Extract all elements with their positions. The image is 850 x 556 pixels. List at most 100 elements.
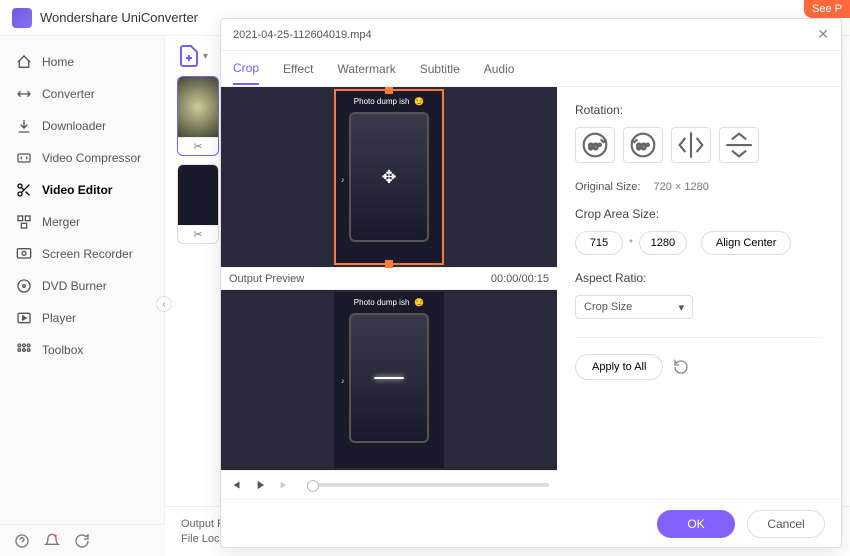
scrubber[interactable] [307,483,549,487]
aspect-ratio-select[interactable]: Crop Size ▾ [575,295,693,319]
ok-button[interactable]: OK [657,510,735,538]
cancel-button[interactable]: Cancel [747,510,825,538]
thumbnail-card[interactable]: ✂ [177,76,219,156]
sidebar: Home Converter Downloader Video Compress… [0,36,165,556]
rotate-cw-button[interactable]: 90° [575,127,615,163]
output-preview: Photo dump ish 😏 ♪ [221,290,557,470]
crop-modal: 2021-04-25-112604019.mp4 ✕ Crop Effect W… [220,18,842,548]
add-dropdown-caret[interactable]: ▾ [203,51,208,62]
sidebar-item-label: Home [42,55,74,69]
modal-tabs: Crop Effect Watermark Subtitle Audio [221,51,841,87]
align-center-button[interactable]: Align Center [701,231,792,255]
original-size-row: Original Size: 720 × 1280 [575,181,823,193]
dvd-icon [16,278,32,294]
output-preview-label: Output Preview [229,273,304,285]
source-preview[interactable]: Photo dump ish 😏 ♪ ✥ [221,87,557,267]
sidebar-item-label: Merger [42,215,80,229]
converter-icon [16,86,32,102]
rotation-label: Rotation: [575,103,823,117]
tiktok-badge: ♪ [341,177,345,184]
next-frame-button[interactable] [277,478,291,492]
sidebar-item-label: DVD Burner [42,279,107,293]
tab-watermark[interactable]: Watermark [337,54,395,84]
apply-row: Apply to All [575,354,823,380]
thumbnail-card[interactable]: ✂ [177,164,219,244]
thumbnail-cut-icon[interactable]: ✂ [178,225,218,243]
thumbnail-image [178,165,218,225]
sidebar-item-label: Video Editor [42,183,112,197]
tab-subtitle[interactable]: Subtitle [420,54,460,84]
crop-area-label: Crop Area Size: [575,207,823,221]
see-plans-button[interactable]: See P [804,0,850,18]
app-logo [12,8,32,28]
home-icon [16,54,32,70]
scissors-icon [16,182,32,198]
crop-width-input[interactable] [575,231,623,255]
device-mock: ♪ [349,313,429,443]
modal-body: Photo dump ish 😏 ♪ ✥ Output Preview 00:0… [221,87,841,499]
crop-frame[interactable]: Photo dump ish 😏 ♪ ✥ [334,89,444,265]
sidebar-item-dvd-burner[interactable]: DVD Burner [0,270,164,302]
chevron-down-icon: ▾ [678,301,684,314]
download-icon [16,118,32,134]
aspect-ratio-label: Aspect Ratio: [575,271,823,285]
sidebar-item-converter[interactable]: Converter [0,78,164,110]
reset-icon[interactable] [673,359,689,375]
output-frame: Photo dump ish 😏 ♪ [334,292,444,468]
app-title: Wondershare UniConverter [40,10,198,25]
prev-frame-button[interactable] [229,478,243,492]
device-mock: ♪ ✥ [349,112,429,242]
flip-vertical-button[interactable] [719,127,759,163]
original-size-label: Original Size: [575,181,640,193]
apply-to-all-button[interactable]: Apply to All [575,354,663,380]
frame-text: Photo dump ish 😏 [354,97,424,106]
player-controls [221,470,557,499]
aspect-ratio-value: Crop Size [584,301,632,313]
bell-icon[interactable] [44,533,60,549]
tab-audio[interactable]: Audio [484,54,515,84]
recorder-icon [16,246,32,262]
modal-filename: 2021-04-25-112604019.mp4 [233,29,372,41]
multiply-symbol: * [629,238,633,249]
svg-text:90°: 90° [589,141,602,151]
sidebar-item-merger[interactable]: Merger [0,206,164,238]
play-button[interactable] [253,478,267,492]
settings-column: Rotation: 90° 90° Original Size: 720 × 1… [557,87,841,499]
output-preview-bar: Output Preview 00:00/00:15 [221,267,557,290]
sidebar-item-label: Converter [42,87,95,101]
tab-crop[interactable]: Crop [233,53,259,85]
divider [575,337,823,338]
crop-size-row: * Align Center [575,231,823,255]
modal-header: 2021-04-25-112604019.mp4 ✕ [221,19,841,51]
sidebar-item-downloader[interactable]: Downloader [0,110,164,142]
modal-close-button[interactable]: ✕ [817,26,829,43]
flip-horizontal-button[interactable] [671,127,711,163]
move-icon[interactable]: ✥ [381,167,396,188]
sidebar-item-home[interactable]: Home [0,46,164,78]
rotation-row: 90° 90° [575,127,823,163]
frame-text: Photo dump ish 😏 [354,298,424,307]
thumbnail-cut-icon[interactable]: ✂ [178,137,218,155]
compressor-icon [16,150,32,166]
statusbar [0,524,165,556]
crop-height-input[interactable] [639,231,687,255]
merger-icon [16,214,32,230]
sidebar-item-label: Downloader [42,119,106,133]
thumbnail-image [178,77,218,137]
add-file-icon[interactable] [177,44,201,68]
help-icon[interactable] [14,533,30,549]
sidebar-item-compressor[interactable]: Video Compressor [0,142,164,174]
sidebar-item-video-editor[interactable]: Video Editor [0,174,164,206]
sidebar-item-label: Screen Recorder [42,247,133,261]
player-icon [16,310,32,326]
tiktok-badge: ♪ [341,378,345,385]
see-plans-label: See P [812,3,842,15]
sidebar-item-toolbox[interactable]: Toolbox [0,334,164,366]
rotate-ccw-button[interactable]: 90° [623,127,663,163]
sidebar-item-player[interactable]: Player [0,302,164,334]
modal-footer: OK Cancel [221,499,841,547]
sidebar-item-screen-recorder[interactable]: Screen Recorder [0,238,164,270]
feedback-icon[interactable] [74,533,90,549]
sidebar-item-label: Toolbox [42,343,83,357]
tab-effect[interactable]: Effect [283,54,313,84]
